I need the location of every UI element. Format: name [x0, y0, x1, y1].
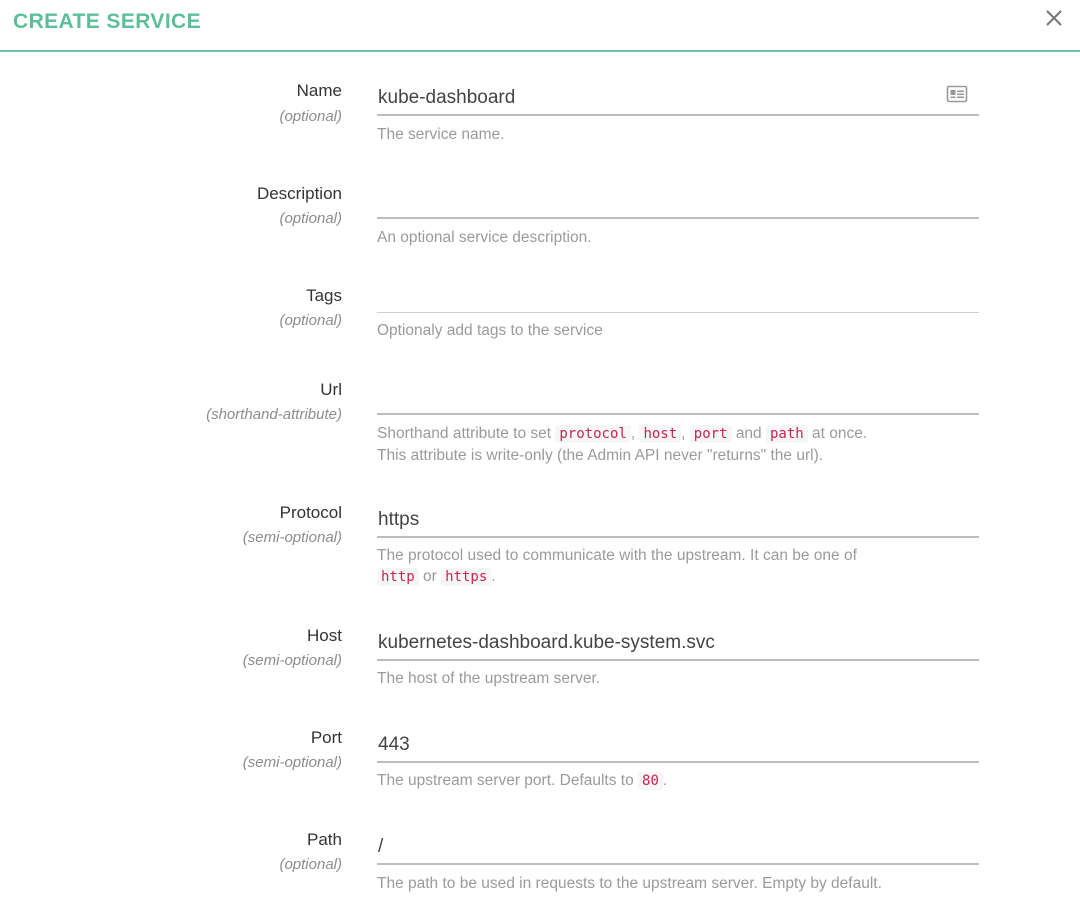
url-help-suffix: at once. — [812, 425, 868, 442]
tags-input[interactable] — [377, 279, 979, 313]
description-qualifier: (optional) — [279, 210, 342, 227]
protocol-help: The protocol used to communicate with th… — [377, 547, 857, 586]
code-path: path — [766, 425, 808, 443]
name-label: Name — [296, 81, 342, 100]
code-protocol: protocol — [555, 425, 631, 443]
modal-title: CREATE SERVICE — [13, 10, 202, 33]
protocol-input[interactable] — [377, 504, 979, 538]
port-help-prefix: The upstream server port. Defaults to — [377, 772, 634, 789]
url-help-and: and — [735, 425, 762, 442]
host-label: Host — [307, 626, 342, 645]
description-help: An optional service description. — [377, 229, 592, 246]
url-help-prefix: Shorthand attribute to set — [377, 425, 552, 442]
host-help: The host of the upstream server. — [377, 670, 601, 687]
tags-help: Optionaly add tags to the service — [377, 322, 603, 339]
name-input[interactable] — [377, 82, 979, 116]
description-label: Description — [256, 184, 342, 203]
port-help: The upstream server port. Defaults to 80… — [377, 772, 668, 790]
port-label: Port — [310, 728, 342, 747]
url-label: Url — [320, 380, 342, 399]
code-80: 80 — [638, 772, 663, 790]
close-icon[interactable] — [1043, 7, 1065, 29]
url-help-line2: This attribute is write-only (the Admin … — [377, 447, 824, 464]
description-input[interactable] — [377, 185, 979, 219]
port-input[interactable] — [377, 729, 979, 763]
protocol-help-or: or — [423, 568, 437, 585]
path-label: Path — [307, 830, 342, 849]
path-qualifier: (optional) — [279, 856, 342, 873]
protocol-label: Protocol — [279, 503, 342, 522]
url-help: Shorthand attribute to set protocol, hos… — [377, 425, 868, 464]
contact-card-icon[interactable] — [946, 85, 968, 103]
tags-label: Tags — [306, 286, 342, 305]
code-http: http — [377, 568, 419, 586]
path-input[interactable] — [377, 831, 979, 865]
name-help: The service name. — [377, 126, 505, 143]
name-qualifier: (optional) — [279, 108, 342, 125]
protocol-help-prefix: The protocol used to communicate with th… — [377, 547, 857, 564]
url-input[interactable] — [377, 381, 979, 415]
host-input[interactable] — [377, 627, 979, 661]
code-https: https — [441, 568, 492, 586]
port-qualifier: (semi-optional) — [242, 754, 342, 771]
code-host: host — [639, 425, 682, 443]
host-qualifier: (semi-optional) — [242, 652, 342, 669]
path-help: The path to be used in requests to the u… — [377, 875, 882, 892]
protocol-qualifier: (semi-optional) — [242, 529, 342, 546]
url-qualifier: (shorthand-attribute) — [206, 406, 342, 423]
code-port: port — [689, 425, 732, 443]
modal-header: CREATE SERVICE — [0, 0, 1080, 52]
tags-qualifier: (optional) — [279, 312, 342, 329]
